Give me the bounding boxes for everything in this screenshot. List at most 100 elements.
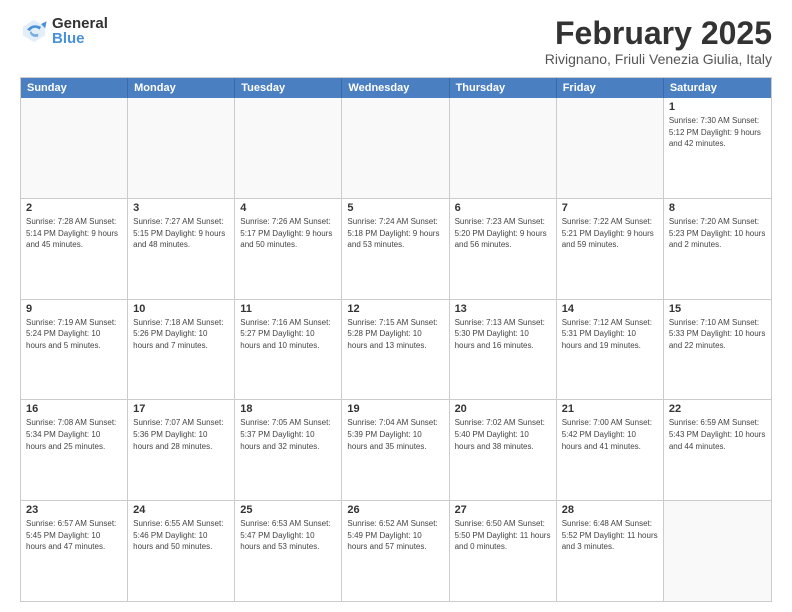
cell-info: Sunrise: 7:08 AM Sunset: 5:34 PM Dayligh… [26,417,122,452]
cell-day-number: 27 [455,504,551,516]
cell-info: Sunrise: 7:22 AM Sunset: 5:21 PM Dayligh… [562,216,658,251]
calendar-cell: 4 Sunrise: 7:26 AM Sunset: 5:17 PM Daylig… [235,199,342,299]
cell-info: Sunrise: 7:04 AM Sunset: 5:39 PM Dayligh… [347,417,443,452]
cell-day-number: 4 [240,202,336,214]
cell-day-number: 20 [455,403,551,415]
cell-info: Sunrise: 7:02 AM Sunset: 5:40 PM Dayligh… [455,417,551,452]
cell-day-number: 15 [669,303,766,315]
calendar-header-cell: Thursday [450,78,557,98]
calendar-header-cell: Wednesday [342,78,449,98]
cell-info: Sunrise: 7:10 AM Sunset: 5:33 PM Dayligh… [669,317,766,352]
calendar-cell: 17 Sunrise: 7:07 AM Sunset: 5:36 PM Dayli… [128,400,235,500]
calendar-cell: 5Sunrise: 7:24 AM Sunset: 5:18 PM Daylig… [342,199,449,299]
calendar-header-cell: Saturday [664,78,771,98]
cell-info: Sunrise: 7:26 AM Sunset: 5:17 PM Dayligh… [240,216,336,251]
calendar-row: 23Sunrise: 6:57 AM Sunset: 5:45 PM Dayli… [21,501,771,601]
calendar-cell: 20 Sunrise: 7:02 AM Sunset: 5:40 PM Dayli… [450,400,557,500]
cell-day-number: 17 [133,403,229,415]
calendar-body: 1 Sunrise: 7:30 AM Sunset: 5:12 PM Daylig… [21,98,771,601]
calendar-cell: 10 Sunrise: 7:18 AM Sunset: 5:26 PM Dayli… [128,300,235,400]
cell-info: Sunrise: 7:27 AM Sunset: 5:15 PM Dayligh… [133,216,229,251]
calendar-row: 2 Sunrise: 7:28 AM Sunset: 5:14 PM Daylig… [21,199,771,300]
calendar: SundayMondayTuesdayWednesdayThursdayFrid… [20,77,772,602]
calendar-cell: 12 Sunrise: 7:15 AM Sunset: 5:28 PM Dayli… [342,300,449,400]
cell-day-number: 7 [562,202,658,214]
cell-day-number: 2 [26,202,122,214]
calendar-cell [450,98,557,198]
cell-info: Sunrise: 7:19 AM Sunset: 5:24 PM Dayligh… [26,317,122,352]
calendar-cell: 8 Sunrise: 7:20 AM Sunset: 5:23 PM Daylig… [664,199,771,299]
calendar-cell [21,98,128,198]
calendar-cell [557,98,664,198]
calendar-header-cell: Tuesday [235,78,342,98]
cell-day-number: 23 [26,504,122,516]
cell-day-number: 3 [133,202,229,214]
cell-day-number: 28 [562,504,658,516]
calendar-cell: 11 Sunrise: 7:16 AM Sunset: 5:27 PM Dayli… [235,300,342,400]
calendar-cell: 1 Sunrise: 7:30 AM Sunset: 5:12 PM Daylig… [664,98,771,198]
calendar-header-cell: Friday [557,78,664,98]
cell-info: Sunrise: 7:18 AM Sunset: 5:26 PM Dayligh… [133,317,229,352]
cell-day-number: 6 [455,202,551,214]
calendar-cell: 18 Sunrise: 7:05 AM Sunset: 5:37 PM Dayli… [235,400,342,500]
calendar-cell: 23Sunrise: 6:57 AM Sunset: 5:45 PM Dayli… [21,501,128,601]
page: General Blue February 2025 Rivignano, Fr… [0,0,792,612]
cell-info: Sunrise: 6:55 AM Sunset: 5:46 PM Dayligh… [133,518,229,553]
cell-info: Sunrise: 7:00 AM Sunset: 5:42 PM Dayligh… [562,417,658,452]
calendar-cell: 15 Sunrise: 7:10 AM Sunset: 5:33 PM Dayli… [664,300,771,400]
calendar-cell: 3 Sunrise: 7:27 AM Sunset: 5:15 PM Daylig… [128,199,235,299]
cell-day-number: 13 [455,303,551,315]
calendar-cell: 7 Sunrise: 7:22 AM Sunset: 5:21 PM Daylig… [557,199,664,299]
calendar-title: February 2025 [545,16,772,51]
calendar-cell: 27 Sunrise: 6:50 AM Sunset: 5:50 PM Dayli… [450,501,557,601]
cell-info: Sunrise: 7:15 AM Sunset: 5:28 PM Dayligh… [347,317,443,352]
calendar-cell: 19 Sunrise: 7:04 AM Sunset: 5:39 PM Dayli… [342,400,449,500]
cell-day-number: 10 [133,303,229,315]
cell-info: Sunrise: 6:50 AM Sunset: 5:50 PM Dayligh… [455,518,551,553]
cell-day-number: 16 [26,403,122,415]
cell-info: Sunrise: 6:48 AM Sunset: 5:52 PM Dayligh… [562,518,658,553]
cell-day-number: 1 [669,101,766,113]
cell-info: Sunrise: 7:05 AM Sunset: 5:37 PM Dayligh… [240,417,336,452]
calendar-subtitle: Rivignano, Friuli Venezia Giulia, Italy [545,51,772,67]
logo-general-text: General [52,16,108,31]
calendar-row: 1 Sunrise: 7:30 AM Sunset: 5:12 PM Daylig… [21,98,771,199]
calendar-cell: 16 Sunrise: 7:08 AM Sunset: 5:34 PM Dayli… [21,400,128,500]
calendar-cell: 21Sunrise: 7:00 AM Sunset: 5:42 PM Dayli… [557,400,664,500]
calendar-header: SundayMondayTuesdayWednesdayThursdayFrid… [21,78,771,98]
cell-info: Sunrise: 7:07 AM Sunset: 5:36 PM Dayligh… [133,417,229,452]
logo-blue-text: Blue [52,31,108,46]
cell-info: Sunrise: 7:20 AM Sunset: 5:23 PM Dayligh… [669,216,766,251]
calendar-cell: 28 Sunrise: 6:48 AM Sunset: 5:52 PM Dayli… [557,501,664,601]
cell-info: Sunrise: 6:53 AM Sunset: 5:47 PM Dayligh… [240,518,336,553]
calendar-cell [342,98,449,198]
calendar-row: 9Sunrise: 7:19 AM Sunset: 5:24 PM Daylig… [21,300,771,401]
calendar-cell: 24Sunrise: 6:55 AM Sunset: 5:46 PM Dayli… [128,501,235,601]
header: General Blue February 2025 Rivignano, Fr… [20,16,772,67]
calendar-cell: 26Sunrise: 6:52 AM Sunset: 5:49 PM Dayli… [342,501,449,601]
cell-day-number: 11 [240,303,336,315]
calendar-cell: 6 Sunrise: 7:23 AM Sunset: 5:20 PM Daylig… [450,199,557,299]
cell-info: Sunrise: 7:24 AM Sunset: 5:18 PM Dayligh… [347,216,443,251]
cell-day-number: 12 [347,303,443,315]
calendar-cell [235,98,342,198]
cell-day-number: 8 [669,202,766,214]
calendar-cell [128,98,235,198]
cell-info: Sunrise: 7:13 AM Sunset: 5:30 PM Dayligh… [455,317,551,352]
cell-info: Sunrise: 7:12 AM Sunset: 5:31 PM Dayligh… [562,317,658,352]
calendar-cell: 25 Sunrise: 6:53 AM Sunset: 5:47 PM Dayli… [235,501,342,601]
calendar-cell: 2 Sunrise: 7:28 AM Sunset: 5:14 PM Daylig… [21,199,128,299]
cell-info: Sunrise: 7:16 AM Sunset: 5:27 PM Dayligh… [240,317,336,352]
cell-day-number: 26 [347,504,443,516]
cell-info: Sunrise: 7:28 AM Sunset: 5:14 PM Dayligh… [26,216,122,251]
cell-info: Sunrise: 7:30 AM Sunset: 5:12 PM Dayligh… [669,115,766,150]
calendar-cell: 9Sunrise: 7:19 AM Sunset: 5:24 PM Daylig… [21,300,128,400]
cell-info: Sunrise: 6:59 AM Sunset: 5:43 PM Dayligh… [669,417,766,452]
cell-info: Sunrise: 7:23 AM Sunset: 5:20 PM Dayligh… [455,216,551,251]
cell-day-number: 25 [240,504,336,516]
cell-day-number: 18 [240,403,336,415]
calendar-cell: 22 Sunrise: 6:59 AM Sunset: 5:43 PM Dayli… [664,400,771,500]
cell-day-number: 22 [669,403,766,415]
cell-day-number: 19 [347,403,443,415]
title-block: February 2025 Rivignano, Friuli Venezia … [545,16,772,67]
